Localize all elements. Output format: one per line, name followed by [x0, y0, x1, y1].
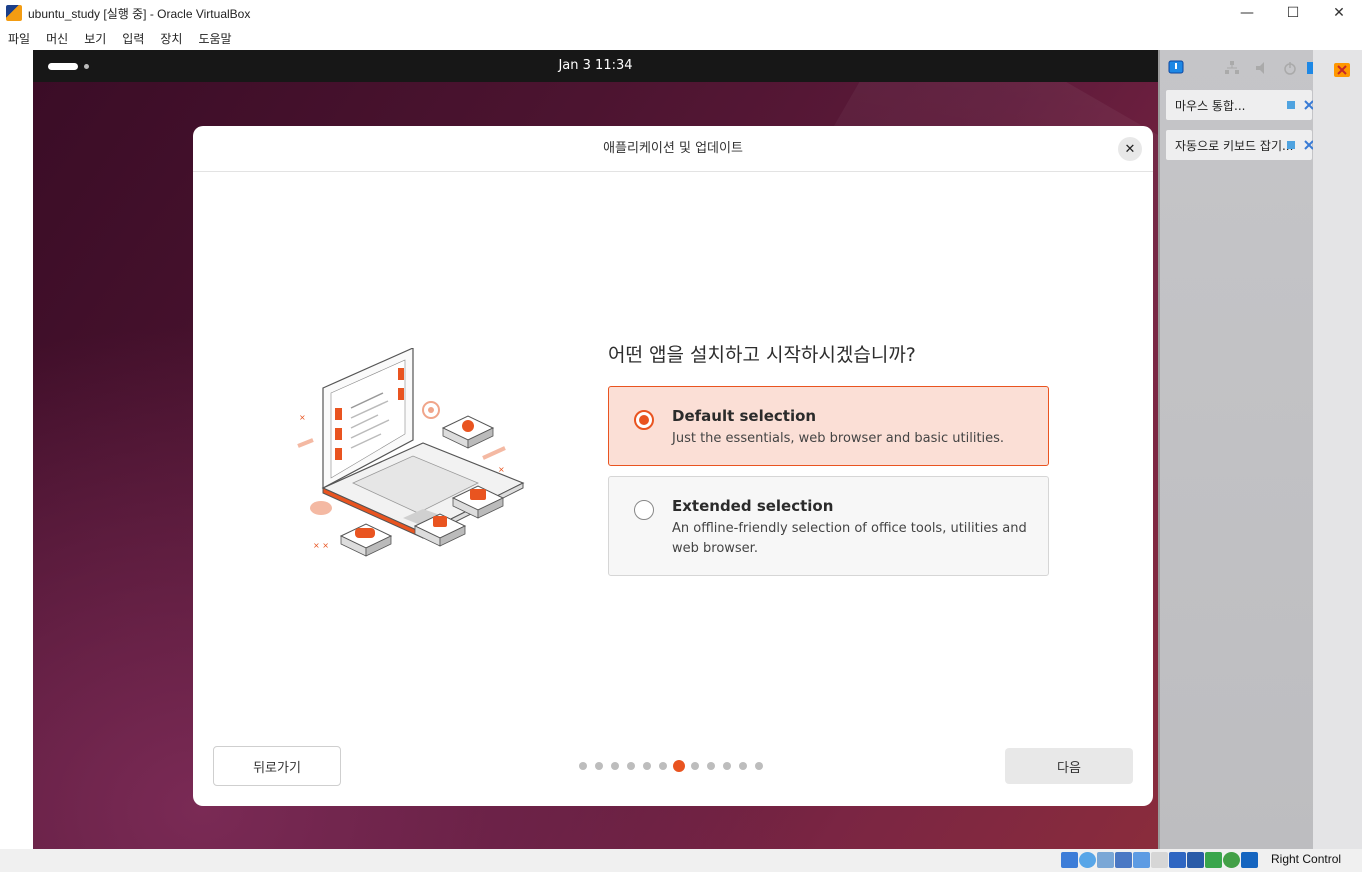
- notification-keyboard-capture[interactable]: 자동으로 키보드 잡기...: [1166, 130, 1314, 160]
- option-description: Just the essentials, web browser and bas…: [672, 431, 1005, 446]
- option-description: An offline-friendly selection of office …: [672, 521, 1027, 556]
- svg-text:×: ×: [299, 413, 306, 422]
- window-titlebar: ubuntu_study [실행 중] - Oracle VirtualBox …: [0, 0, 1362, 26]
- cpu-icon[interactable]: [1205, 852, 1222, 868]
- menu-input[interactable]: 입력: [114, 30, 152, 47]
- svg-text:× ×: × ×: [313, 541, 329, 550]
- back-button[interactable]: 뒤로가기: [213, 746, 341, 786]
- close-icon: ✕: [1124, 141, 1136, 157]
- menu-help[interactable]: 도움말: [190, 30, 239, 47]
- dialog-header: 애플리케이션 및 업데이트 ✕: [193, 126, 1153, 172]
- volume-icon: [1256, 62, 1264, 74]
- close-window-button[interactable]: ✕: [1316, 0, 1362, 26]
- step-dot: [755, 762, 763, 770]
- notification-info-icon[interactable]: [1286, 140, 1296, 150]
- close-panel-icon[interactable]: [1333, 62, 1351, 78]
- installer-dialog: 애플리케이션 및 업데이트 ✕ × × × × 어떤 앱을 설치하고 시작하시겠…: [193, 126, 1153, 806]
- clock[interactable]: Jan 3 11:34: [33, 50, 1158, 82]
- step-dot: [723, 762, 731, 770]
- power-icon: [1284, 62, 1296, 75]
- network-icon: [1225, 61, 1239, 74]
- step-dot: [691, 762, 699, 770]
- notification-info-icon[interactable]: [1286, 100, 1296, 110]
- option-extended-selection[interactable]: Extended selection An offline-friendly s…: [608, 476, 1049, 576]
- menu-file[interactable]: 파일: [0, 30, 38, 47]
- display-icon[interactable]: [1169, 852, 1186, 868]
- vm-statusbar: Right Control: [0, 849, 1362, 872]
- optical-drive-icon[interactable]: [1079, 852, 1096, 868]
- menubar: 파일 머신 보기 입력 장치 도움말: [0, 26, 1362, 50]
- apps-question: 어떤 앱을 설치하고 시작하시겠습니까?: [608, 344, 916, 366]
- menu-machine[interactable]: 머신: [38, 30, 76, 47]
- step-dot: [739, 762, 747, 770]
- step-dot: [643, 762, 651, 770]
- dialog-title: 애플리케이션 및 업데이트: [603, 141, 743, 156]
- network-adapter-icon[interactable]: [1115, 852, 1132, 868]
- usb-icon[interactable]: [1133, 852, 1150, 868]
- svg-text:×: ×: [498, 465, 505, 474]
- radio-extended[interactable]: [634, 500, 654, 520]
- option-title: Default selection: [672, 407, 817, 425]
- notification-toggle-icon[interactable]: [1168, 60, 1184, 76]
- notification-label: 자동으로 키보드 잡기...: [1175, 138, 1294, 153]
- recording-icon[interactable]: [1187, 852, 1204, 868]
- virtualbox-app-icon: [6, 5, 22, 21]
- menu-devices[interactable]: 장치: [152, 30, 190, 47]
- audio-icon[interactable]: [1097, 852, 1114, 868]
- hard-disk-icon[interactable]: [1061, 852, 1078, 868]
- step-dot: [579, 762, 587, 770]
- step-dot-current: [673, 760, 685, 772]
- vm-screen[interactable]: Jan 3 11:34 애플리케이션 및 업데이트 ✕ × × × × 어떤 앱…: [33, 50, 1158, 849]
- vt-x-icon[interactable]: [1223, 852, 1240, 868]
- step-dot: [707, 762, 715, 770]
- device-indicators: [1061, 852, 1259, 869]
- window-title: ubuntu_study [실행 중] - Oracle VirtualBox: [28, 6, 251, 21]
- dialog-close-button[interactable]: ✕: [1118, 137, 1142, 161]
- dialog-footer: 뒤로가기 다음: [193, 746, 1153, 806]
- minimize-button[interactable]: —: [1224, 0, 1270, 26]
- gnome-topbar: Jan 3 11:34: [33, 50, 1158, 82]
- menu-view[interactable]: 보기: [76, 30, 114, 47]
- step-dot: [595, 762, 603, 770]
- notification-toolbar: [1160, 56, 1321, 82]
- panel-scroll-area[interactable]: [1313, 50, 1362, 849]
- notification-label: 마우스 통합...: [1175, 98, 1246, 113]
- mouse-integration-icon[interactable]: [1241, 852, 1258, 868]
- host-key-label[interactable]: Right Control: [1271, 852, 1341, 866]
- shared-folders-icon[interactable]: [1151, 852, 1168, 868]
- radio-default-selected[interactable]: [634, 410, 654, 430]
- option-title: Extended selection: [672, 497, 834, 515]
- option-default-selection[interactable]: Default selection Just the essentials, w…: [608, 386, 1049, 466]
- notification-center: 마우스 통합... 자동으로 키보드 잡기...: [1158, 50, 1321, 849]
- next-button[interactable]: 다음: [1005, 748, 1133, 784]
- maximize-button[interactable]: ☐: [1270, 0, 1316, 26]
- step-progress-dots: [579, 760, 771, 772]
- window-controls: — ☐ ✕: [1224, 0, 1362, 26]
- step-dot: [627, 762, 635, 770]
- step-dot: [659, 762, 667, 770]
- laptop-apps-illustration: × × × ×: [297, 348, 525, 557]
- step-dot: [611, 762, 619, 770]
- notification-mouse-integration[interactable]: 마우스 통합...: [1166, 90, 1314, 120]
